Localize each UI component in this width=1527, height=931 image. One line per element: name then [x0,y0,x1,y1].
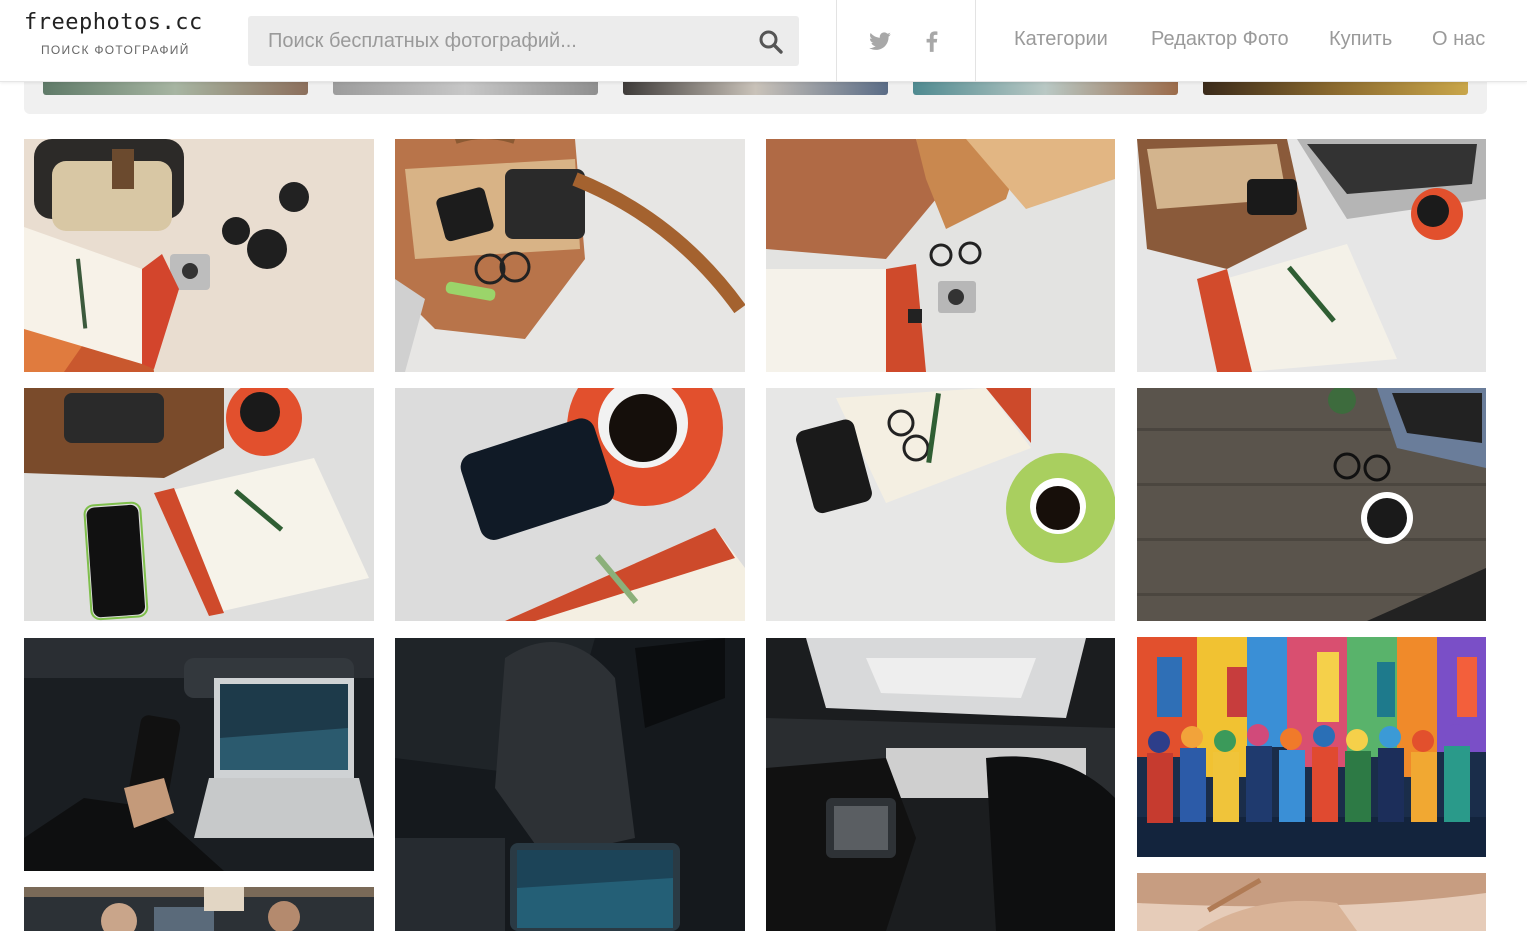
photo-card[interactable] [24,887,374,931]
twitter-icon[interactable] [867,28,893,54]
photo-card[interactable] [1137,139,1486,372]
photo-card[interactable] [766,388,1115,621]
category-thumbnail[interactable] [1203,82,1468,95]
photo-card[interactable] [766,638,1115,931]
nav-categories[interactable]: Категории [1014,28,1108,51]
category-carousel [24,82,1487,114]
photo-card[interactable] [395,638,745,931]
photo-card[interactable] [1137,388,1486,621]
search-input[interactable] [248,16,738,66]
logo[interactable]: freephotos.cc поиск фотографий [24,10,214,57]
header-divider [836,0,837,82]
category-thumbnail[interactable] [333,82,598,95]
search-icon[interactable] [757,28,785,56]
photo-card[interactable] [1137,873,1486,931]
category-thumbnail[interactable] [43,82,308,95]
photo-card[interactable] [395,139,745,372]
photo-card[interactable] [1137,637,1486,857]
logo-tagline: поиск фотографий [41,43,190,57]
header-divider [975,0,976,82]
search-bar [248,16,799,66]
photo-card[interactable] [395,388,745,621]
nav-photo-editor[interactable]: Редактор Фото [1151,28,1289,51]
site-header: freephotos.cc поиск фотографий Категории… [0,0,1527,82]
category-thumbnail[interactable] [623,82,888,95]
photo-card[interactable] [766,139,1115,372]
facebook-icon[interactable] [919,28,945,54]
photo-card[interactable] [24,388,374,621]
nav-about[interactable]: О нас [1432,28,1485,51]
nav-buy[interactable]: Купить [1329,28,1392,51]
logo-text[interactable]: freephotos.cc [24,10,214,35]
photo-card[interactable] [24,139,374,372]
category-thumbnail[interactable] [913,82,1178,95]
photo-card[interactable] [24,638,374,871]
